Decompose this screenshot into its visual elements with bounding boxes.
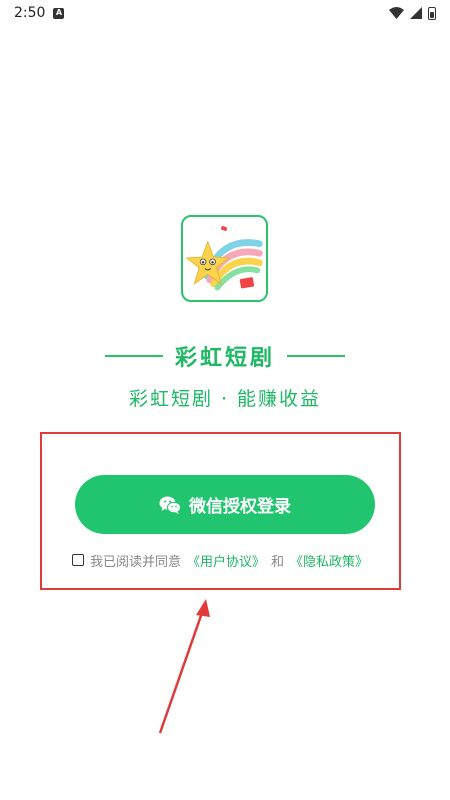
cell-signal-icon [410, 7, 422, 19]
wechat-login-label: 微信授权登录 [189, 497, 291, 517]
battery-icon [428, 6, 436, 20]
title-divider-right [287, 355, 345, 357]
app-slogan: 彩虹短剧 · 能赚收益 [128, 388, 322, 410]
title-divider-left [104, 355, 163, 357]
agreement-row: 我已阅读并同意 《用户协议》和《隐私政策》 [72, 550, 368, 570]
annotation-arrow-icon [158, 599, 210, 734]
agreement-prefix: 我已阅读并同意 [90, 554, 182, 570]
app-title-row: 彩虹短剧 [0, 340, 450, 372]
app-logo [181, 215, 268, 302]
status-right [389, 6, 436, 20]
wechat-icon [159, 496, 181, 514]
status-left: 2:50 A [14, 5, 65, 21]
status-time: 2:50 [14, 5, 46, 21]
status-bar: 2:50 A [0, 0, 450, 26]
notification-icon: A [53, 7, 65, 19]
wechat-login-button[interactable]: 微信授权登录 [75, 475, 375, 534]
agreement-conjunction: 和 [271, 554, 285, 570]
star-rainbow-logo-icon [185, 225, 263, 291]
agree-checkbox[interactable] [72, 554, 84, 566]
user-agreement-link[interactable]: 《用户协议》 [187, 551, 265, 570]
app-title: 彩虹短剧 [174, 346, 275, 371]
wifi-icon [389, 7, 404, 19]
privacy-policy-link[interactable]: 《隐私政策》 [290, 551, 368, 570]
